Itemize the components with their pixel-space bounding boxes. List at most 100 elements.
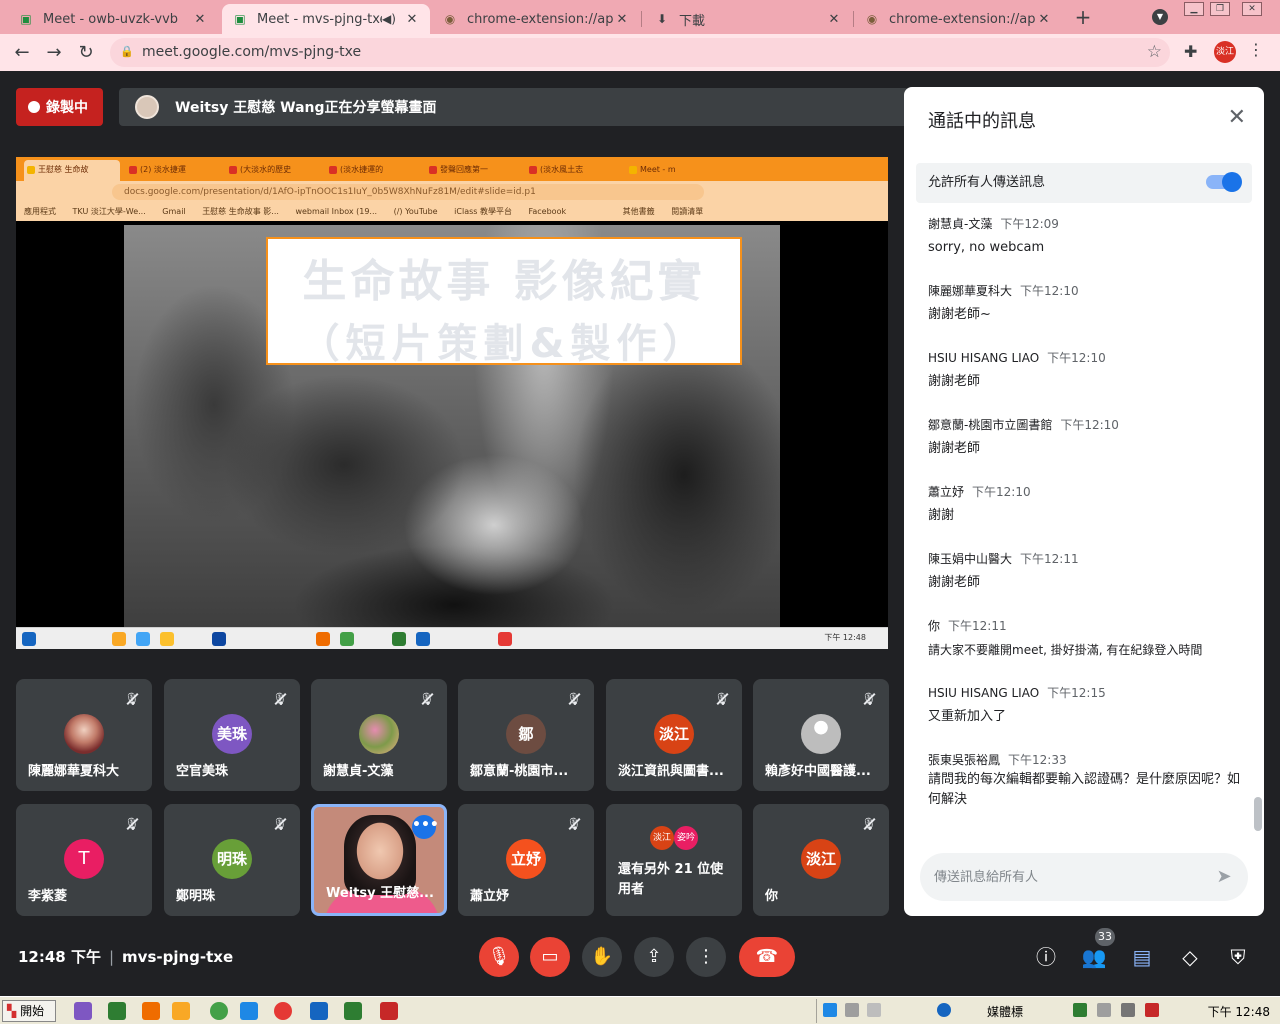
message-text: sorry, no webcam xyxy=(928,240,1045,255)
line-tray-icon[interactable] xyxy=(1073,1003,1087,1017)
help-icon[interactable] xyxy=(937,1003,951,1017)
chat-button[interactable]: ▤ xyxy=(1128,943,1156,971)
app-icon xyxy=(112,632,126,646)
others-tile[interactable]: 淡江 姿吟 還有另外 21 位使用者 xyxy=(606,804,742,916)
start-button[interactable]: ▚ 開始 xyxy=(2,1000,56,1022)
folder-icon[interactable] xyxy=(172,1002,190,1020)
chat-panel: 通話中的訊息 ✕ 允許所有人傳送訊息 謝慧貞-文藻 下午12:09 sorry, … xyxy=(904,87,1264,916)
participant-tile[interactable]: 🎙 鄒 鄒意蘭-桃園市... xyxy=(458,679,594,791)
back-icon[interactable]: ← xyxy=(10,41,34,65)
person-icon xyxy=(801,714,841,754)
raise-hand-button[interactable]: ✋ xyxy=(582,937,622,977)
close-icon[interactable]: ✕ xyxy=(1228,105,1246,131)
volume-icon[interactable] xyxy=(1145,1003,1159,1017)
allow-messages-toggle[interactable] xyxy=(1206,172,1242,192)
tray-icon[interactable] xyxy=(867,1003,881,1017)
chat-input[interactable] xyxy=(934,865,1204,889)
participant-tile[interactable]: 🎙 賴彥好中國醫護... xyxy=(753,679,889,791)
participant-tile[interactable]: 🎙 立妤 蕭立妤 xyxy=(458,804,594,916)
ie-icon[interactable] xyxy=(240,1002,258,1020)
profile-avatar[interactable]: 淡江 xyxy=(1214,41,1236,63)
ime-icon[interactable] xyxy=(823,1003,837,1017)
participant-tile-self[interactable]: 🎙 淡江 你 xyxy=(753,804,889,916)
participant-tile[interactable]: 🎙 美珠 空官美珠 xyxy=(164,679,300,791)
word-icon[interactable] xyxy=(310,1002,328,1020)
message-time: 下午12:10 xyxy=(1020,284,1079,298)
participant-tile[interactable]: 🎙 謝慧貞-文藻 xyxy=(311,679,447,791)
bookmark: Facebook xyxy=(528,207,567,216)
extensions-puzzle-icon[interactable]: ✚ xyxy=(1184,42,1197,61)
browser-tab-2[interactable]: ▣ Meet - mvs-pjng-txe ◀) ✕ xyxy=(222,4,430,34)
leave-call-button[interactable]: ☎ xyxy=(739,937,795,977)
camera-toggle-button[interactable]: ▭ xyxy=(530,937,570,977)
network-icon[interactable] xyxy=(1121,1003,1135,1017)
participant-tile[interactable]: 🎙 陳麗娜華夏科大 xyxy=(16,679,152,791)
close-window-icon[interactable]: ✕ xyxy=(1242,2,1262,16)
close-tab-icon[interactable]: ✕ xyxy=(614,12,630,27)
more-options-icon[interactable]: ••• xyxy=(412,815,439,839)
shared-tab-title: (2) 淡水捷運 xyxy=(140,165,186,174)
slides-icon xyxy=(27,166,35,174)
present-button[interactable]: ⇪ xyxy=(634,937,674,977)
close-tab-icon[interactable]: ✕ xyxy=(192,12,208,27)
media-player-icon[interactable] xyxy=(74,1002,92,1020)
chrome-icon[interactable] xyxy=(210,1002,228,1020)
browser-tab-strip: ▣ Meet - owb-uvzk-vvb ✕ ▣ Meet - mvs-pjn… xyxy=(0,0,1280,34)
presenting-banner: Weitsy 王慰慈 Wang正在分享螢幕畫面 xyxy=(119,88,909,126)
participant-name: 李紫菱 xyxy=(28,889,68,904)
address-bar[interactable]: 🔒 meet.google.com/mvs-pjng-txe ☆ xyxy=(110,38,1170,67)
others-label: 還有另外 21 位使用者 xyxy=(618,862,724,897)
participant-tile[interactable]: 🎙 T 李紫菱 xyxy=(16,804,152,916)
bookmark: webmail Inbox (19... xyxy=(295,207,378,216)
reload-icon[interactable]: ↻ xyxy=(74,41,98,65)
meet-stage: 錄製中 Weitsy 王慰慈 Wang正在分享螢幕畫面 王慰慈 生命故 (2) … xyxy=(0,71,1280,996)
participant-tile[interactable]: 🎙 淡江 淡江資訊與圖書... xyxy=(606,679,742,791)
more-vert-icon: ⋮ xyxy=(697,946,715,967)
tray-icon[interactable] xyxy=(1097,1003,1111,1017)
host-controls-button[interactable]: ⛨ xyxy=(1224,943,1252,971)
participant-avatar: 明珠 xyxy=(212,839,252,879)
lock-icon: 🔒 xyxy=(120,45,134,58)
shared-tab-title: (淡水風土志 xyxy=(540,165,584,174)
app-icon[interactable] xyxy=(142,1002,160,1020)
mic-toggle-button[interactable]: 🎙 xyxy=(479,937,519,977)
participant-name: Weitsy 王慰慈... xyxy=(326,886,434,901)
send-icon[interactable]: ➤ xyxy=(1212,865,1236,889)
speaker-icon[interactable]: ◀) xyxy=(382,12,396,26)
more-options-button[interactable]: ⋮ xyxy=(686,937,726,977)
mic-off-icon: 🎙 xyxy=(566,817,582,831)
minimize-icon[interactable]: ▁ xyxy=(1184,2,1204,16)
close-tab-icon[interactable]: ✕ xyxy=(404,12,420,27)
people-button[interactable]: 👥 xyxy=(1080,943,1108,971)
chat-message-list[interactable]: 謝慧貞-文藻 下午12:09 sorry, no webcam 陳麗娜華夏科大 下午… xyxy=(928,215,1248,827)
browser-tab-5[interactable]: ◉ chrome-extension://appc ✕ xyxy=(854,4,1062,34)
browser-tab-3[interactable]: ◉ chrome-extension://appc ✕ xyxy=(432,4,640,34)
close-tab-icon[interactable]: ✕ xyxy=(826,12,842,27)
self-video-tile[interactable]: ••• Weitsy 王慰慈... xyxy=(311,804,447,916)
acrobat-icon[interactable] xyxy=(380,1002,398,1020)
line-icon[interactable] xyxy=(108,1002,126,1020)
excel-icon[interactable] xyxy=(344,1002,362,1020)
chrome-icon[interactable] xyxy=(274,1002,292,1020)
shared-tab: Meet - m xyxy=(626,160,712,181)
new-tab-button[interactable]: + xyxy=(1072,6,1094,28)
browser-tab-4[interactable]: ⬇ 下載 ✕ xyxy=(644,4,852,34)
recording-indicator[interactable]: 錄製中 xyxy=(16,88,103,126)
restore-icon[interactable]: ❐ xyxy=(1210,2,1230,16)
shared-tab: (淡水捷運的 xyxy=(326,160,422,181)
browser-menu-icon[interactable]: ⋮ xyxy=(1248,40,1264,59)
meeting-details-button[interactable]: ⓘ xyxy=(1032,943,1060,971)
close-tab-icon[interactable]: ✕ xyxy=(1036,12,1052,27)
message-time: 下午12:09 xyxy=(1000,217,1059,231)
tray-icon[interactable] xyxy=(845,1003,859,1017)
chat-scrollbar[interactable] xyxy=(1254,797,1262,831)
tab-search-icon[interactable]: ▼ xyxy=(1152,9,1168,25)
forward-icon[interactable]: → xyxy=(42,41,66,65)
participant-tile[interactable]: 🎙 明珠 鄭明珠 xyxy=(164,804,300,916)
activities-button[interactable]: ◇ xyxy=(1176,943,1204,971)
message-text: 謝謝老師 xyxy=(928,575,981,590)
meet-icon: ▣ xyxy=(234,12,246,26)
word-icon xyxy=(416,632,430,646)
browser-tab-1[interactable]: ▣ Meet - owb-uvzk-vvb ✕ xyxy=(8,4,218,34)
bookmark-star-icon[interactable]: ☆ xyxy=(1147,42,1162,62)
